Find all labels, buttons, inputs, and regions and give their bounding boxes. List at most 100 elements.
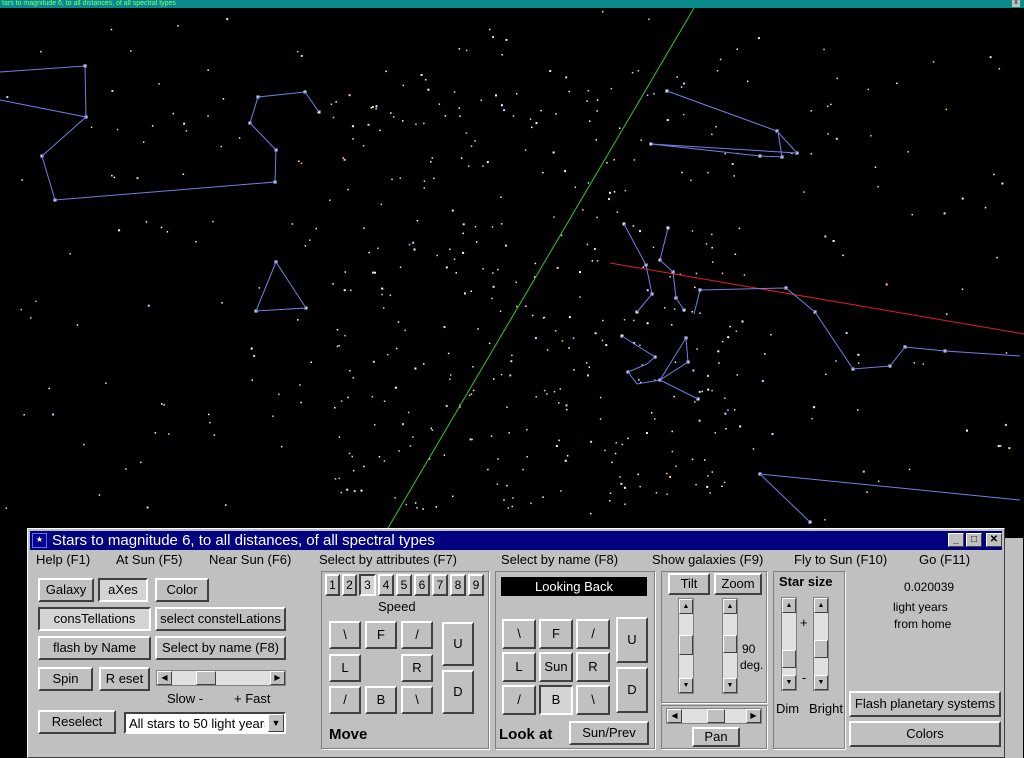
speed-3-button[interactable]: 3 (359, 574, 376, 596)
star-size-left-scrollbar[interactable]: ▲ ▼ (781, 597, 797, 691)
star-size-right-scrollbar[interactable]: ▲ ▼ (813, 597, 829, 691)
flash-planetary-systems-button[interactable]: Flash planetary systems (849, 691, 1001, 717)
speed-8-button[interactable]: 8 (450, 574, 466, 596)
star (602, 11, 604, 13)
pan-button[interactable]: Pan (692, 727, 740, 747)
chevron-down-icon[interactable]: ▼ (268, 714, 284, 732)
scroll-up-icon[interactable]: ▲ (679, 599, 693, 614)
move-down-button[interactable]: D (442, 670, 474, 714)
star (515, 281, 517, 284)
scroll-up-icon[interactable]: ▲ (782, 598, 796, 613)
scroll-left-icon[interactable]: ◀ (157, 671, 172, 685)
look-up-left-button[interactable]: \ (502, 619, 536, 649)
top-close-button[interactable]: x (1012, 0, 1020, 7)
star (459, 115, 461, 117)
star (711, 247, 713, 249)
zoom-button[interactable]: Zoom (714, 573, 762, 595)
look-down-button[interactable]: D (616, 667, 648, 713)
speed-4-button[interactable]: 4 (378, 574, 394, 596)
color-button[interactable]: Color (155, 578, 209, 602)
sun-prev-button[interactable]: Sun/Prev (569, 721, 649, 745)
move-back-button[interactable]: B (365, 686, 397, 714)
speed-7-button[interactable]: 7 (432, 574, 448, 596)
star (619, 476, 621, 478)
star-size-left-thumb[interactable] (782, 650, 796, 668)
star (470, 145, 473, 147)
move-right-button[interactable]: R (401, 654, 433, 682)
maximize-button[interactable]: □ (966, 533, 982, 547)
select-by-name-button[interactable]: Select by name (F8) (155, 636, 286, 660)
flash-by-name-button[interactable]: flash by Name (38, 636, 151, 660)
tilt-scrollbar[interactable]: ▲ ▼ (678, 598, 694, 694)
reselect-button[interactable]: Reselect (38, 710, 116, 734)
menu-go[interactable]: Go (F11) (919, 552, 970, 567)
colors-button[interactable]: Colors (849, 721, 1001, 747)
close-button[interactable]: ✕ (986, 533, 1002, 547)
move-up-right-button[interactable]: / (401, 621, 433, 649)
look-back-button[interactable]: B (539, 685, 573, 715)
move-forward-button[interactable]: F (365, 621, 397, 649)
move-left-button[interactable]: L (329, 654, 361, 682)
star (633, 319, 635, 322)
star (427, 88, 430, 91)
spin-speed-scrollbar[interactable]: ◀ ▶ (156, 670, 286, 686)
move-down-left-button[interactable]: / (329, 686, 361, 714)
menu-at-sun[interactable]: At Sun (F5) (116, 552, 182, 567)
scroll-down-icon[interactable]: ▼ (814, 675, 828, 690)
look-right-button[interactable]: R (576, 652, 610, 682)
star (623, 319, 626, 321)
menu-select-attributes[interactable]: Select by attributes (F7) (319, 552, 457, 567)
zoom-thumb[interactable] (723, 635, 737, 653)
minimize-button[interactable]: _ (948, 533, 964, 547)
speed-1-button[interactable]: 1 (325, 574, 340, 596)
scroll-right-icon[interactable]: ▶ (270, 671, 285, 685)
scroll-down-icon[interactable]: ▼ (723, 678, 737, 693)
speed-6-button[interactable]: 6 (414, 574, 430, 596)
star-filter-select[interactable]: All stars to 50 light years ▼ (124, 712, 286, 734)
move-down-right-button[interactable]: \ (401, 686, 433, 714)
tilt-button[interactable]: Tilt (668, 573, 710, 595)
star (340, 491, 343, 494)
tilt-thumb[interactable] (679, 635, 693, 655)
look-up-button[interactable]: U (616, 617, 648, 663)
move-up-button[interactable]: U (442, 622, 474, 666)
look-down-left-button[interactable]: / (502, 685, 536, 715)
speed-2-button[interactable]: 2 (342, 574, 357, 596)
window-titlebar[interactable]: ★ Stars to magnitude 6, to all distances… (30, 531, 1002, 550)
scroll-down-icon[interactable]: ▼ (679, 678, 693, 693)
scroll-up-icon[interactable]: ▲ (723, 599, 737, 614)
reset-button[interactable]: R eset (99, 667, 150, 691)
look-left-button[interactable]: L (502, 652, 536, 682)
speed-9-button[interactable]: 9 (468, 574, 484, 596)
star-size-right-thumb[interactable] (814, 640, 828, 658)
axes-button[interactable]: aXes (98, 578, 148, 602)
star (653, 93, 655, 95)
speed-5-button[interactable]: 5 (396, 574, 412, 596)
zoom-scrollbar[interactable]: ▲ ▼ (722, 598, 738, 694)
scroll-down-icon[interactable]: ▼ (782, 675, 796, 690)
look-down-right-button[interactable]: \ (576, 685, 610, 715)
galaxy-button[interactable]: Galaxy (38, 578, 94, 602)
spin-speed-thumb[interactable] (196, 671, 216, 685)
spin-button[interactable]: Spin (38, 667, 93, 691)
menu-select-name[interactable]: Select by name (F8) (501, 552, 618, 567)
scroll-left-icon[interactable]: ◀ (667, 709, 682, 723)
scroll-up-icon[interactable]: ▲ (814, 598, 828, 613)
pan-scrollbar[interactable]: ◀ ▶ (666, 708, 762, 724)
menu-fly-sun[interactable]: Fly to Sun (F10) (794, 552, 887, 567)
pan-thumb[interactable] (707, 709, 725, 723)
constellations-button[interactable]: consTellations (38, 607, 151, 631)
scroll-right-icon[interactable]: ▶ (746, 709, 761, 723)
menu-help[interactable]: Help (F1) (36, 552, 90, 567)
menu-show-galaxies[interactable]: Show galaxies (F9) (652, 552, 763, 567)
select-constellations-button[interactable]: select constelLations (155, 607, 286, 631)
look-sun-button[interactable]: Sun (539, 652, 573, 682)
star (591, 260, 594, 262)
star (574, 186, 577, 188)
star-field-view[interactable] (0, 8, 1024, 528)
menu-near-sun[interactable]: Near Sun (F6) (209, 552, 291, 567)
star (394, 497, 396, 499)
look-up-right-button[interactable]: / (576, 619, 610, 649)
move-up-left-button[interactable]: \ (329, 621, 361, 649)
look-forward-button[interactable]: F (539, 619, 573, 649)
